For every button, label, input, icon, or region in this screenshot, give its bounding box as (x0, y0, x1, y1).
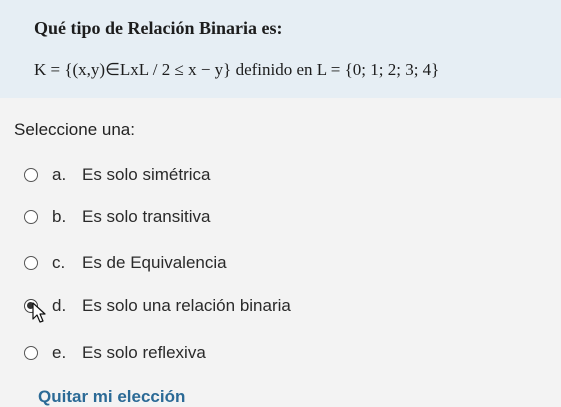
radio-button[interactable] (24, 168, 38, 182)
question-formula: K = {(x,y)∈LxL / 2 ≤ x − y} definido en … (34, 60, 440, 79)
option-e[interactable]: e. Es solo reflexiva (24, 341, 206, 365)
option-label: Es solo reflexiva (82, 343, 206, 362)
option-label: Es solo simétrica (82, 165, 211, 184)
option-letter: c. (52, 253, 66, 272)
radio-button[interactable] (24, 210, 38, 224)
select-prompt: Seleccione una: (14, 120, 135, 139)
option-letter: b. (52, 207, 67, 226)
radio-button[interactable] (24, 346, 38, 360)
mouse-pointer-icon (32, 302, 46, 323)
option-d[interactable]: d. Es solo una relación binaria (24, 294, 291, 318)
question-box: Qué tipo de Relación Binaria es: K = {(x… (0, 0, 561, 98)
option-letter: a. (52, 165, 67, 184)
option-c[interactable]: c. Es de Equivalencia (24, 251, 227, 275)
clear-choice-link[interactable]: Quitar mi elección (38, 387, 185, 407)
option-letter: e. (52, 343, 67, 362)
question-title: Qué tipo de Relación Binaria es: (34, 18, 283, 38)
radio-button[interactable] (24, 256, 38, 270)
option-label: Es de Equivalencia (82, 253, 227, 272)
option-label: Es solo transitiva (82, 207, 211, 226)
option-label: Es solo una relación binaria (82, 296, 291, 315)
option-letter: d. (52, 296, 67, 315)
option-a[interactable]: a. Es solo simétrica (24, 163, 210, 187)
option-b[interactable]: b. Es solo transitiva (24, 205, 211, 229)
